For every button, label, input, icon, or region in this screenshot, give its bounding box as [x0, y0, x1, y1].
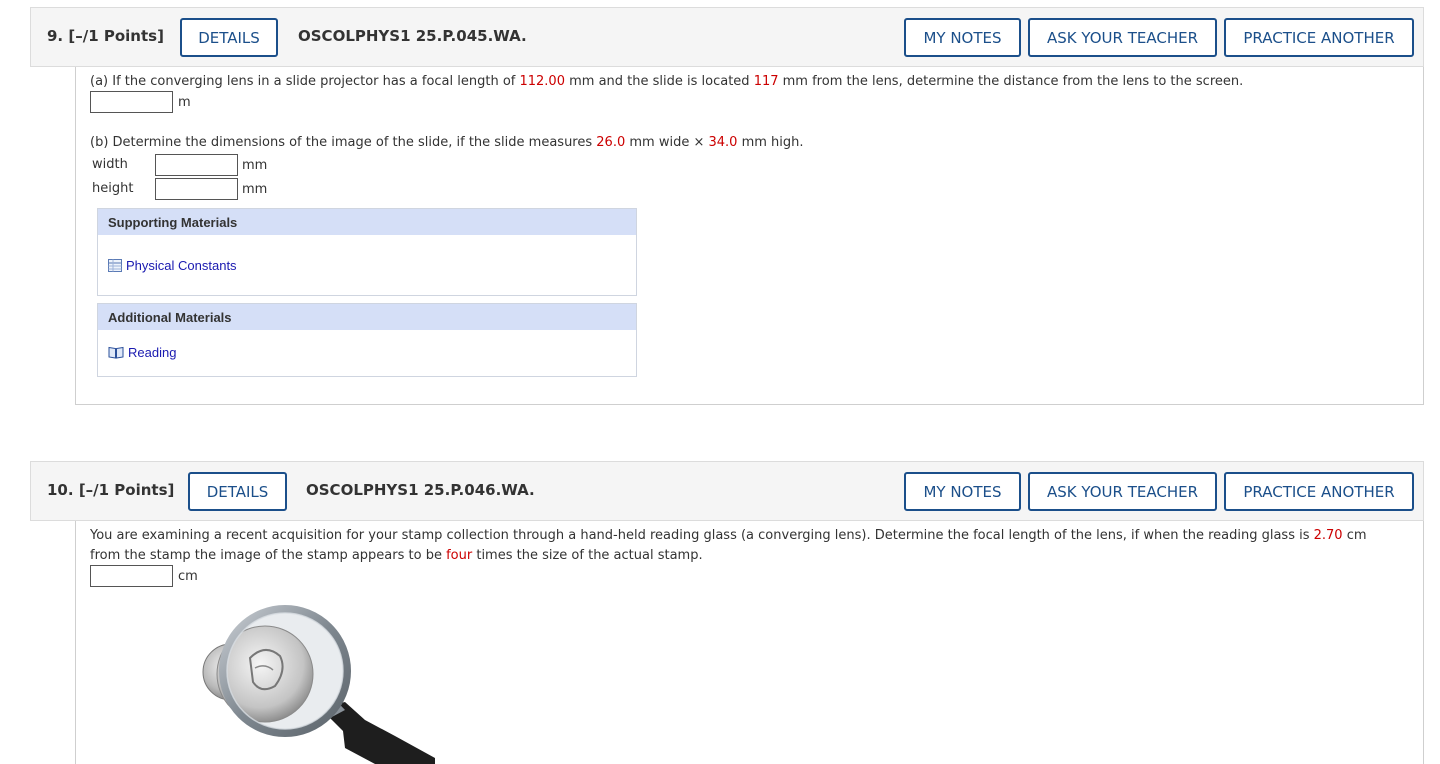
- ask-teacher-button[interactable]: ASK YOUR TEACHER: [1028, 472, 1217, 511]
- question-code: OSCOLPHYS1 25.P.045.WA.: [298, 27, 527, 45]
- height-label: height: [92, 181, 134, 196]
- magnifying-glass-illustration: [202, 605, 435, 764]
- width-label: width: [92, 157, 128, 172]
- details-button[interactable]: DETAILS: [188, 472, 287, 511]
- additional-materials-title: Additional Materials: [98, 304, 636, 330]
- ask-teacher-button[interactable]: ASK YOUR TEACHER: [1028, 18, 1217, 57]
- unit-label: cm: [178, 569, 198, 584]
- part-b-text: (b) Determine the dimensions of the imag…: [90, 135, 804, 150]
- supporting-materials-title: Supporting Materials: [98, 209, 636, 235]
- my-notes-button[interactable]: MY NOTES: [904, 472, 1021, 511]
- question-10-text-line1: You are examining a recent acquisition f…: [90, 528, 1367, 543]
- question-code: OSCOLPHYS1 25.P.046.WA.: [306, 481, 535, 499]
- unit-label: mm: [242, 158, 268, 173]
- table-icon: [108, 259, 122, 272]
- unit-label: m: [178, 95, 191, 110]
- unit-label: mm: [242, 182, 268, 197]
- my-notes-button[interactable]: MY NOTES: [904, 18, 1021, 57]
- height-input[interactable]: [155, 178, 238, 200]
- book-icon: [108, 346, 124, 359]
- width-input[interactable]: [155, 154, 238, 176]
- question-number: 10. [–/1 Points]: [47, 481, 175, 499]
- answer-input[interactable]: [90, 565, 173, 587]
- question-10-header: 10. [–/1 Points] DETAILS OSCOLPHYS1 25.P…: [30, 461, 1424, 521]
- question-10-text-line2: from the stamp the image of the stamp ap…: [90, 548, 703, 563]
- supporting-materials-panel: Supporting Materials Physical Constants: [97, 208, 637, 296]
- practice-another-button[interactable]: PRACTICE ANOTHER: [1224, 18, 1414, 57]
- details-button[interactable]: DETAILS: [180, 18, 278, 57]
- additional-materials-panel: Additional Materials Reading: [97, 303, 637, 377]
- answer-input-a[interactable]: [90, 91, 173, 113]
- part-a-text: (a) If the converging lens in a slide pr…: [90, 74, 1244, 89]
- practice-another-button[interactable]: PRACTICE ANOTHER: [1224, 472, 1414, 511]
- question-9-header: 9. [–/1 Points] DETAILS OSCOLPHYS1 25.P.…: [30, 7, 1424, 67]
- reading-link[interactable]: Reading: [108, 345, 176, 360]
- question-number: 9. [–/1 Points]: [47, 27, 164, 45]
- physical-constants-link[interactable]: Physical Constants: [108, 258, 237, 273]
